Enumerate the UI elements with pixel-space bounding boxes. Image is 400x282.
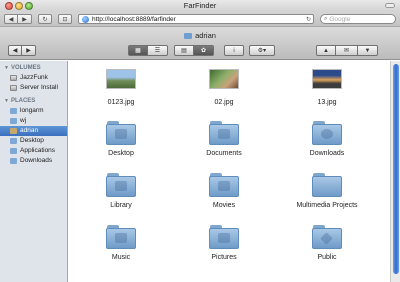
file-item[interactable]: Documents [172,121,276,157]
image-thumbnail [106,69,136,89]
file-name: Documents [206,150,242,157]
folder-icon [184,33,193,39]
sidebar-item-wj[interactable]: wj [0,116,67,126]
globe-icon [82,15,89,23]
forward-button[interactable]: ▶ [22,45,36,56]
file-item[interactable]: 13.jpg [275,69,379,106]
info-button[interactable]: i [224,45,244,56]
sidebar: ▼ VOLUMES JazzFunk Server Install ▼ PLACES… [0,61,68,282]
drive-icon [10,75,17,81]
browser-nav-bar: ◀ ▶ ↻ ⊡ http://localhost:8889/farfinder … [0,12,400,26]
file-name: Library [110,202,132,209]
file-item[interactable]: Library [69,173,173,209]
sidebar-item-adrian[interactable]: adrian [0,126,67,136]
icon-view-button[interactable]: ▦ [128,45,148,56]
file-name: Movies [212,202,236,209]
file-item[interactable]: Pictures [172,225,276,261]
search-icon: ⌕ [324,15,328,22]
file-item[interactable]: Desktop [69,121,173,157]
burn-button[interactable]: ✿ [194,45,214,56]
file-name: 02.jpg [214,99,234,106]
folder-icon [10,108,17,114]
vertical-scrollbar[interactable] [390,61,400,282]
download-button[interactable]: ▼ [358,45,378,56]
file-name: Pictures [211,254,237,261]
toolbar-toggle-button[interactable] [385,3,395,8]
zoom-window-button[interactable] [25,2,33,10]
browser-forward-button[interactable]: ▶ [18,14,32,24]
farfinder-window: FarFinder ◀ ▶ ↻ ⊡ http://localhost:8889/… [0,0,400,282]
file-name: 13.jpg [317,99,337,106]
quick-look-button[interactable]: ▤ [174,45,194,56]
minimize-window-button[interactable] [15,2,23,10]
documents-folder-icon [209,121,239,145]
current-folder-title: adrian [0,31,400,40]
file-name: 0123.jpg [107,99,135,106]
reload-button[interactable]: ↻ [38,14,52,24]
search-field[interactable]: ⌕ Google [320,14,396,24]
downloads-folder-icon [312,121,342,145]
file-item[interactable]: Music [69,225,173,261]
search-placeholder: Google [329,15,351,23]
pictures-folder-icon [209,225,239,249]
file-name: Downloads [309,150,345,157]
folder-icon [10,138,17,144]
finder-toolbar: adrian ◀ ▶ ▦ ☰ ▤ ✿ i ⚙▾ ▲ ✉ ▼ [0,26,400,60]
sidebar-item-jazzfunk[interactable]: JazzFunk [0,73,67,83]
sidebar-item-downloads[interactable]: Downloads [0,156,67,166]
go-icon[interactable]: ↻ [306,16,311,23]
folder-icon [10,148,17,154]
file-name: Multimedia Projects [296,202,358,209]
file-item[interactable]: Downloads [275,121,379,157]
back-button[interactable]: ◀ [8,45,22,56]
list-view-button[interactable]: ☰ [148,45,168,56]
url-text: http://localhost:8889/farfinder [92,15,176,23]
folder-icon [10,158,17,164]
file-grid: 0123.jpg 02.jpg 13.jpg Desktop Documents… [69,61,390,282]
browser-back-button[interactable]: ◀ [4,14,18,24]
address-bar[interactable]: http://localhost:8889/farfinder ↻ [78,14,314,24]
file-item[interactable]: Multimedia Projects [275,173,379,209]
drive-icon [10,85,17,91]
desktop-folder-icon [106,121,136,145]
file-item[interactable]: 0123.jpg [69,69,173,106]
home-icon [10,128,17,134]
title-bar: FarFinder [0,0,400,12]
music-folder-icon [106,225,136,249]
file-name: Public [317,254,337,261]
window-title: FarFinder [183,1,217,10]
file-name: Music [111,254,131,261]
current-folder-name: adrian [195,31,216,40]
file-item[interactable]: 02.jpg [172,69,276,106]
movies-folder-icon [209,173,239,197]
sidebar-item-desktop[interactable]: Desktop [0,136,67,146]
volumes-header[interactable]: ▼ VOLUMES [0,64,67,73]
upload-button[interactable]: ▲ [316,45,336,56]
folder-icon [10,118,17,124]
sidebar-item-applications[interactable]: Applications [0,146,67,156]
image-thumbnail [209,69,239,89]
close-window-button[interactable] [5,2,13,10]
bookmark-button[interactable]: ⊡ [58,14,72,24]
library-folder-icon [106,173,136,197]
image-thumbnail [312,69,342,89]
scrollbar-thumb[interactable] [393,64,399,274]
file-name: Desktop [108,150,134,157]
mail-button[interactable]: ✉ [336,45,358,56]
file-item[interactable]: Movies [172,173,276,209]
folder-icon [312,173,342,197]
action-menu-button[interactable]: ⚙▾ [249,45,275,56]
file-item[interactable]: Public [275,225,379,261]
sidebar-item-longarm[interactable]: longarm [0,106,67,116]
public-folder-icon [312,225,342,249]
sidebar-item-server-install[interactable]: Server Install [0,83,67,93]
places-header[interactable]: ▼ PLACES [0,97,67,106]
